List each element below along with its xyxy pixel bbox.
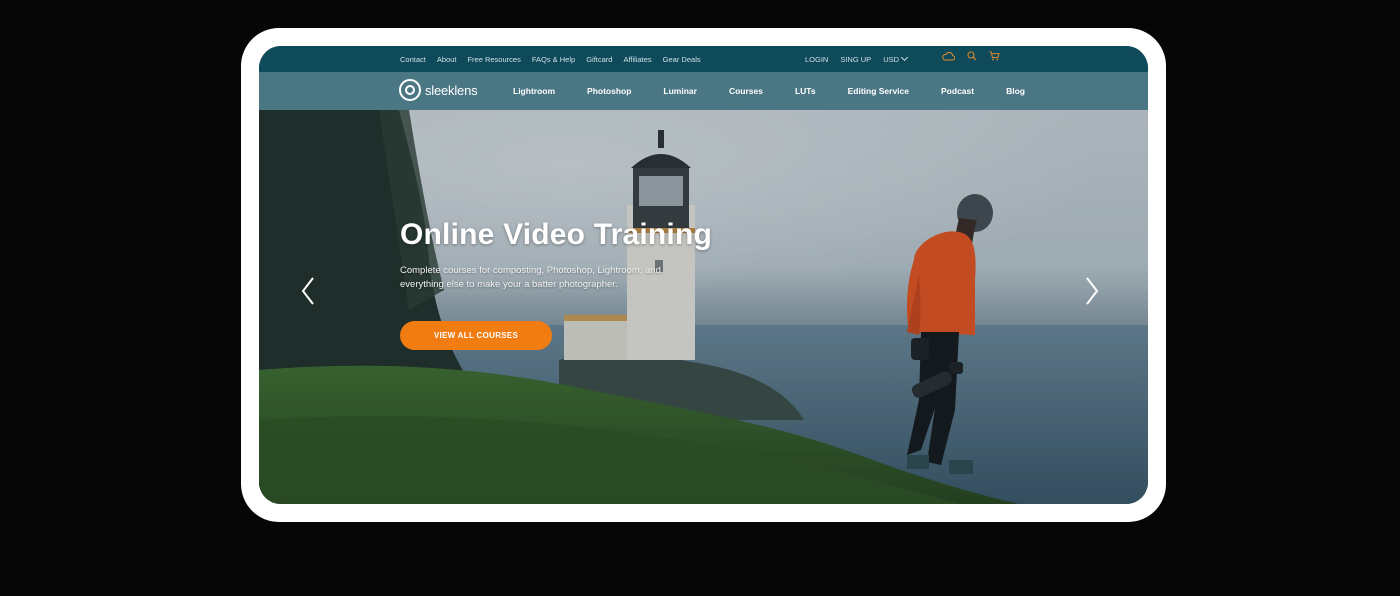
website-screen: Contact About Free Resources FAQs & Help… <box>259 46 1148 504</box>
utility-bar: Contact About Free Resources FAQs & Help… <box>259 46 1148 72</box>
cart-icon[interactable] <box>989 51 1000 61</box>
nav-blog[interactable]: Blog <box>1006 86 1025 96</box>
cloud-icon[interactable] <box>942 51 955 61</box>
top-icons <box>942 51 1000 61</box>
link-affiliates[interactable]: Affiliates <box>623 55 651 64</box>
auth-links: LOGIN SING UP USD <box>805 46 909 72</box>
nav-courses[interactable]: Courses <box>729 86 763 96</box>
nav-luts[interactable]: LUTs <box>795 86 816 96</box>
nav-items: Lightroom Photoshop Luminar Courses LUTs… <box>513 72 1025 110</box>
currency-select[interactable]: USD <box>883 53 909 64</box>
view-all-courses-button[interactable]: VIEW ALL COURSES <box>400 321 552 350</box>
hero-banner: Online Video Training Complete courses f… <box>259 110 1148 504</box>
nav-editing-service[interactable]: Editing Service <box>848 86 909 96</box>
main-nav: sleeklens Lightroom Photoshop Luminar Co… <box>259 72 1148 110</box>
link-about[interactable]: About <box>437 55 457 64</box>
hero-background-photo <box>259 110 1148 504</box>
utility-links: Contact About Free Resources FAQs & Help… <box>400 46 701 72</box>
chevron-down-icon <box>900 53 909 62</box>
logo[interactable]: sleeklens <box>399 79 478 101</box>
search-icon[interactable] <box>967 51 977 61</box>
hero-subtitle: Complete courses for composting, Photosh… <box>400 265 661 290</box>
link-gear-deals[interactable]: Gear Deals <box>663 55 701 64</box>
link-free-resources[interactable]: Free Resources <box>467 55 520 64</box>
nav-photoshop[interactable]: Photoshop <box>587 86 631 96</box>
chevron-left-icon[interactable] <box>299 276 319 306</box>
link-giftcard[interactable]: Giftcard <box>586 55 612 64</box>
aperture-icon <box>399 79 421 101</box>
nav-podcast[interactable]: Podcast <box>941 86 974 96</box>
nav-lightroom[interactable]: Lightroom <box>513 86 555 96</box>
nav-luminar[interactable]: Luminar <box>663 86 697 96</box>
brand-name: sleeklens <box>425 82 478 98</box>
signup-link[interactable]: SING UP <box>840 55 871 64</box>
hero-title: Online Video Training <box>400 218 713 251</box>
login-link[interactable]: LOGIN <box>805 55 828 64</box>
currency-label: USD <box>883 54 900 64</box>
link-contact[interactable]: Contact <box>400 55 426 64</box>
link-faqs-help[interactable]: FAQs & Help <box>532 55 575 64</box>
chevron-right-icon[interactable] <box>1081 276 1101 306</box>
